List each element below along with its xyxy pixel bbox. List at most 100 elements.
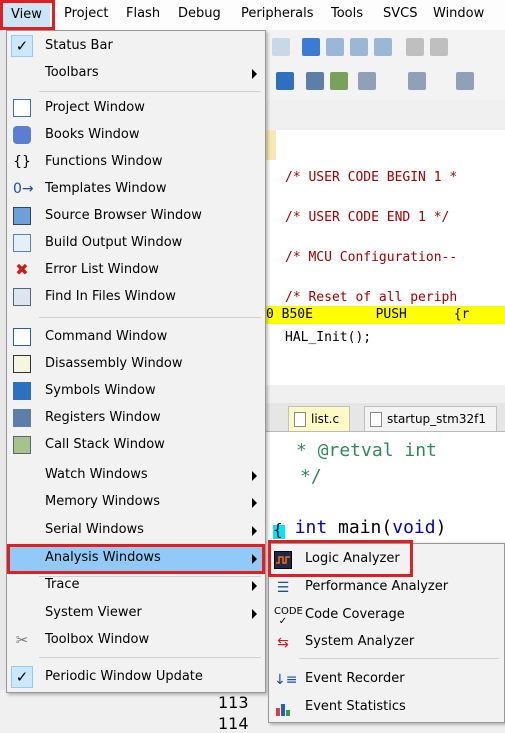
menu-item-find-in-files[interactable]: Find In Files Window <box>7 284 265 311</box>
menu-item-source-browser[interactable]: Source Browser Window <box>7 203 265 230</box>
menu-item-label: Periodic Window Update <box>45 669 203 684</box>
menu-item-label: Toolbars <box>45 65 99 80</box>
menu-item-label: Disassembly Window <box>45 356 183 371</box>
menu-item-periodic-update[interactable]: ✓ Periodic Window Update <box>7 664 265 691</box>
menu-item-label: Toolbox Window <box>45 632 150 647</box>
logic-analyzer-highlight-box <box>268 540 413 577</box>
code-coverage-icon: CODE ✓ <box>274 606 303 627</box>
menu-item-toolbox-window[interactable]: ✂ Toolbox Window <box>7 627 265 654</box>
menu-item-label: Event Statistics <box>305 699 406 714</box>
menu-debug[interactable]: Debug <box>178 6 221 21</box>
submenu-arrow-icon <box>252 471 257 481</box>
menu-window[interactable]: Window <box>433 6 484 21</box>
menu-item-command-window[interactable]: Command Window <box>7 324 265 351</box>
menu-item-label: Build Output Window <box>45 235 183 250</box>
bookmark-prev-icon[interactable] <box>326 38 344 56</box>
menu-item-trace[interactable]: Trace <box>7 572 265 599</box>
symbols-toolbar-icon[interactable] <box>276 72 294 90</box>
menu-item-books-window[interactable]: Books Window <box>7 122 265 149</box>
analysis-highlight-box <box>7 544 265 574</box>
submenu-item-system-analyzer[interactable]: ⇆ System Analyzer <box>269 629 504 656</box>
toolbar-arrow-icon[interactable] <box>272 38 290 56</box>
menu-item-project-window[interactable]: Project Window <box>7 95 265 122</box>
symbols-window-icon <box>13 382 31 400</box>
menu-separator <box>299 658 499 659</box>
serial-toolbar-icon[interactable] <box>456 72 474 90</box>
callstack-toolbar-icon[interactable] <box>330 72 348 90</box>
toolbox-icon: ✂ <box>15 631 29 649</box>
analysis-toolbar-icon[interactable] <box>358 72 376 90</box>
editor-gutter <box>266 130 276 160</box>
menu-item-label: Call Stack Window <box>45 437 165 452</box>
menu-item-label: Serial Windows <box>45 522 144 537</box>
tab-startup[interactable]: startup_stm32f1 <box>364 406 497 431</box>
menu-svcs[interactable]: SVCS <box>383 6 417 21</box>
menu-item-label: Status Bar <box>45 38 113 53</box>
tab-label: startup_stm32f1 <box>387 412 486 426</box>
menu-item-label: Source Browser Window <box>45 208 202 223</box>
submenu-item-event-recorder[interactable]: ↓≡ Event Recorder <box>269 666 504 693</box>
bookmark-clear-icon[interactable] <box>374 38 392 56</box>
unindent-icon[interactable] <box>430 38 448 56</box>
menu-item-functions-window[interactable]: {} Functions Window <box>7 149 265 176</box>
project-window-icon <box>13 99 31 117</box>
indent-icon[interactable] <box>406 38 424 56</box>
submenu-item-code-coverage[interactable]: CODE ✓ Code Coverage <box>269 602 504 629</box>
menu-item-label: Find In Files Window <box>45 289 176 304</box>
menu-item-label: Event Recorder <box>305 671 405 686</box>
menu-item-watch-windows[interactable]: Watch Windows <box>7 462 265 489</box>
build-output-icon <box>13 234 31 252</box>
menu-item-label: Watch Windows <box>45 467 148 482</box>
menu-item-registers-window[interactable]: Registers Window <box>7 405 265 432</box>
tab-list-c[interactable]: list.c <box>288 406 351 431</box>
menu-project[interactable]: Project <box>64 6 108 21</box>
code-line-2: /* USER CODE END 1 */ <box>285 210 450 225</box>
submenu-item-performance-analyzer[interactable]: ☰ Performance Analyzer <box>269 574 504 601</box>
menu-item-label: System Analyzer <box>305 634 415 649</box>
registers-window-icon <box>13 409 31 427</box>
menu-item-call-stack[interactable]: Call Stack Window <box>7 432 265 459</box>
error-list-icon: ✖ <box>15 260 29 279</box>
menu-item-symbols-window[interactable]: Symbols Window <box>7 378 265 405</box>
menu-item-disassembly-window[interactable]: Disassembly Window <box>7 351 265 378</box>
menu-item-toolbars[interactable]: Toolbars <box>7 60 265 87</box>
tab-label: list.c <box>311 412 340 426</box>
disassembly-window-icon <box>13 355 31 373</box>
menu-item-memory-windows[interactable]: Memory Windows <box>7 489 265 516</box>
code-comment-end: */ <box>300 466 322 487</box>
submenu-item-event-statistics[interactable]: Event Statistics <box>269 694 504 721</box>
menu-item-system-viewer[interactable]: System Viewer <box>7 600 265 627</box>
file-icon <box>370 412 382 427</box>
performance-analyzer-icon: ☰ <box>276 580 290 596</box>
view-menu-highlight-box <box>0 0 55 30</box>
bookmark-icon[interactable] <box>302 38 320 56</box>
templates-window-icon: 0→ <box>13 181 34 197</box>
menu-item-status-bar[interactable]: ✓ Status Bar <box>7 33 265 60</box>
menu-item-templates-window[interactable]: 0→ Templates Window <box>7 176 265 203</box>
menu-peripherals[interactable]: Peripherals <box>241 6 314 21</box>
line-number-114: 114 <box>218 714 249 733</box>
menu-item-label: Templates Window <box>45 181 167 196</box>
menu-item-label: Command Window <box>45 329 168 344</box>
menu-item-build-output[interactable]: Build Output Window <box>7 230 265 257</box>
menu-item-label: System Viewer <box>45 605 142 620</box>
file-icon <box>294 412 306 427</box>
menu-flash[interactable]: Flash <box>126 6 160 21</box>
submenu-arrow-icon <box>252 526 257 536</box>
toolbar-area <box>266 30 505 100</box>
view-dropdown-menu: ✓ Status Bar Toolbars Project Window Boo… <box>6 30 266 693</box>
submenu-arrow-icon <box>252 498 257 508</box>
bookmark-next-icon[interactable] <box>350 38 368 56</box>
menu-tools[interactable]: Tools <box>331 6 363 21</box>
menu-item-label: Code Coverage <box>305 607 405 622</box>
command-window-icon <box>13 328 31 346</box>
code-line-hal: HAL_Init(); <box>285 330 372 345</box>
find-in-files-icon <box>13 288 31 306</box>
memory-toolbar-icon[interactable] <box>408 72 426 90</box>
code-line-3: /* MCU Configuration-- <box>285 250 458 265</box>
registers-toolbar-icon[interactable] <box>306 72 324 90</box>
menu-item-label: Project Window <box>45 100 145 115</box>
asm-current-line: 0 B50E PUSH {r <box>266 306 505 324</box>
menu-item-serial-windows[interactable]: Serial Windows <box>7 517 265 544</box>
menu-item-error-list[interactable]: ✖ Error List Window <box>7 257 265 284</box>
